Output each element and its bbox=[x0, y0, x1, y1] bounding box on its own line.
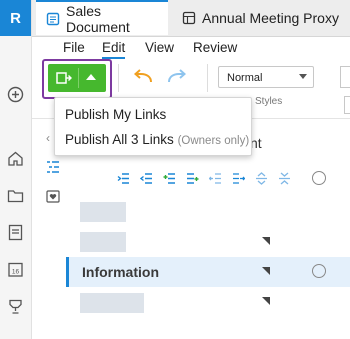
paragraph-style-select[interactable]: Normal bbox=[218, 66, 314, 88]
undo-arrow-icon[interactable] bbox=[132, 68, 154, 86]
insert-below-icon[interactable] bbox=[186, 172, 199, 185]
style-select-value: Normal bbox=[227, 72, 263, 84]
move-right-icon[interactable] bbox=[232, 172, 246, 185]
publish-links-button[interactable] bbox=[48, 64, 106, 92]
row-flag-icon[interactable] bbox=[262, 297, 270, 305]
menu-item-publish-all-links[interactable]: Publish All 3 Links (Owners only) bbox=[65, 132, 249, 147]
calendar-icon[interactable]: 16 bbox=[7, 261, 24, 278]
outline-list-icon[interactable] bbox=[46, 160, 60, 174]
comment-heart-icon[interactable] bbox=[46, 190, 60, 204]
status-circle-icon[interactable] bbox=[312, 264, 326, 278]
indent-decrease-icon[interactable] bbox=[139, 172, 153, 185]
folder-icon[interactable] bbox=[7, 187, 24, 204]
menu-file[interactable]: File bbox=[63, 40, 85, 55]
tab-label: Sales Document bbox=[66, 2, 130, 35]
tab-label: Annual Meeting Proxy bbox=[202, 10, 339, 26]
caret-up-icon[interactable] bbox=[86, 74, 96, 80]
outline-row-label: Information bbox=[82, 264, 159, 280]
app-logo[interactable]: R bbox=[0, 0, 31, 36]
menu-item-label: Publish My Links bbox=[65, 107, 167, 122]
svg-text:16: 16 bbox=[12, 269, 20, 276]
indent-increase-icon[interactable] bbox=[117, 172, 130, 185]
expand-icon[interactable] bbox=[255, 172, 268, 185]
collapse-icon[interactable] bbox=[278, 172, 291, 185]
home-icon[interactable] bbox=[7, 150, 24, 167]
tab-annual-meeting-proxy[interactable]: Annual Meeting Proxy bbox=[172, 0, 350, 36]
styles-label: Styles bbox=[255, 96, 283, 107]
document-list-icon[interactable] bbox=[7, 224, 24, 241]
document-icon bbox=[46, 12, 60, 26]
toolbar-separator bbox=[207, 64, 208, 92]
outdent-icon[interactable] bbox=[208, 172, 222, 185]
toolbar-separator bbox=[118, 64, 119, 92]
row-flag-icon[interactable] bbox=[262, 237, 270, 245]
collapse-chevron-icon[interactable]: ‹ bbox=[46, 131, 50, 145]
font-select[interactable] bbox=[340, 66, 350, 88]
status-circle-icon[interactable] bbox=[312, 171, 326, 185]
menu-item-note: (Owners only) bbox=[177, 135, 250, 147]
insert-above-icon[interactable] bbox=[163, 172, 176, 185]
chevron-down-icon bbox=[299, 74, 307, 79]
menu-item-publish-my-links[interactable]: Publish My Links bbox=[65, 107, 166, 122]
outline-row-placeholder[interactable] bbox=[80, 293, 144, 313]
publish-link-icon bbox=[56, 71, 72, 85]
menu-item-label: Publish All 3 Links bbox=[65, 132, 174, 147]
add-circle-icon[interactable] bbox=[7, 86, 24, 103]
font-size-select[interactable] bbox=[344, 96, 350, 114]
redo-arrow-icon[interactable] bbox=[166, 68, 188, 86]
menu-edit[interactable]: Edit bbox=[102, 40, 126, 59]
menu-view[interactable]: View bbox=[145, 40, 174, 55]
app-logo-letter: R bbox=[10, 9, 21, 27]
selection-marker bbox=[66, 257, 69, 287]
tab-sales-document[interactable]: Sales Document bbox=[36, 0, 168, 35]
trophy-icon[interactable] bbox=[7, 298, 24, 315]
table-icon bbox=[182, 11, 196, 25]
menu-review[interactable]: Review bbox=[193, 40, 237, 55]
outline-row-placeholder[interactable] bbox=[80, 202, 126, 222]
outline-row-placeholder[interactable] bbox=[80, 232, 126, 252]
row-flag-icon[interactable] bbox=[262, 267, 270, 275]
publish-dropdown-menu: Publish My Links Publish All 3 Links (Ow… bbox=[54, 97, 252, 156]
left-rail bbox=[0, 0, 32, 339]
